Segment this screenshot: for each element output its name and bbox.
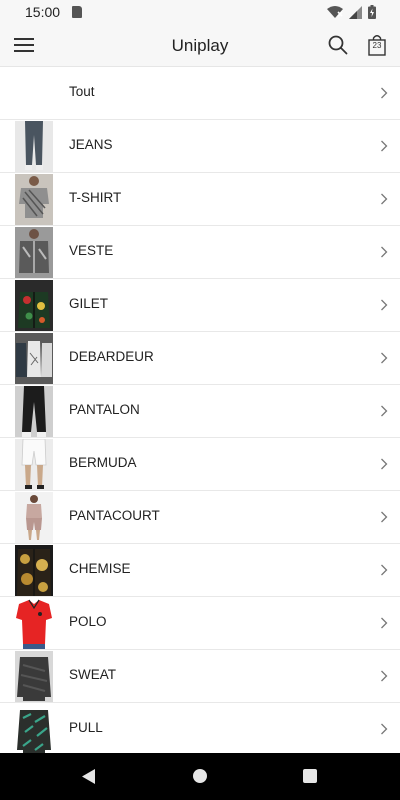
battery-icon [368,5,376,19]
chevron-right-icon [381,193,388,205]
home-icon[interactable] [193,769,207,783]
capri-thumbnail [15,492,53,543]
category-item-tshirt[interactable]: T-SHIRT [0,173,400,226]
category-label: POLO [69,614,107,629]
category-label: PULL [69,720,103,735]
category-item-bermuda[interactable]: BERMUDA [0,438,400,491]
category-label: GILET [69,296,109,311]
status-time: 15:00 [25,4,61,20]
chevron-right-icon [381,87,388,99]
category-item-chemise[interactable]: CHEMISE [0,544,400,597]
category-item-veste[interactable]: VESTE [0,226,400,279]
chevron-right-icon [381,405,388,417]
tank-top-thumbnail [15,333,53,384]
category-label: Tout [69,84,95,99]
search-icon[interactable] [328,35,348,55]
sd-card-icon [72,6,82,18]
chevron-right-icon [381,617,388,629]
chevron-right-icon [381,564,388,576]
status-bar: 15:00 [0,0,400,24]
chevron-right-icon [381,246,388,258]
system-nav-bar [0,753,400,800]
cart-count-badge: 23 [372,41,382,50]
cardigan-thumbnail [15,280,53,331]
shorts-thumbnail [15,439,53,490]
category-label: DEBARDEUR [69,349,154,364]
tshirt-thumbnail [15,174,53,225]
jeans-thumbnail [15,121,53,172]
app-bar: Uniplay 23 [0,24,400,67]
category-item-pantacourt[interactable]: PANTACOURT [0,491,400,544]
chevron-right-icon [381,458,388,470]
category-item-debardeur[interactable]: DEBARDEUR [0,332,400,385]
category-label: T-SHIRT [69,190,122,205]
category-item-pantalon[interactable]: PANTALON [0,385,400,438]
category-label: VESTE [69,243,114,258]
category-item-gilet[interactable]: GILET [0,279,400,332]
category-label: PANTACOURT [69,508,160,523]
chevron-right-icon [381,299,388,311]
sweater-thumbnail [15,704,53,755]
shirt-thumbnail [15,545,53,596]
chevron-right-icon [381,723,388,735]
category-list: Tout JEANS T-SHIRT VESTE GILET DEBARDEUR… [0,67,400,756]
category-label: BERMUDA [69,455,137,470]
polo-thumbnail [15,598,53,649]
category-label: JEANS [69,137,113,152]
category-item-polo[interactable]: POLO [0,597,400,650]
category-item-sweat[interactable]: SWEAT [0,650,400,703]
chevron-right-icon [381,352,388,364]
signal-icon [349,5,362,19]
category-item-tout[interactable]: Tout [0,67,400,120]
category-label: SWEAT [69,667,116,682]
wifi-icon [327,5,343,18]
status-icons [327,5,376,19]
recent-apps-icon[interactable] [303,769,317,783]
chevron-right-icon [381,140,388,152]
sweatshirt-thumbnail [15,651,53,702]
jacket-thumbnail [15,227,53,278]
chevron-right-icon [381,511,388,523]
category-item-jeans[interactable]: JEANS [0,120,400,173]
back-icon[interactable] [82,769,96,784]
pants-thumbnail [15,386,53,437]
category-item-pull[interactable]: PULL [0,703,400,756]
category-label: CHEMISE [69,561,131,576]
category-label: PANTALON [69,402,140,417]
chevron-right-icon [381,670,388,682]
shopping-bag-button[interactable]: 23 [368,34,386,56]
